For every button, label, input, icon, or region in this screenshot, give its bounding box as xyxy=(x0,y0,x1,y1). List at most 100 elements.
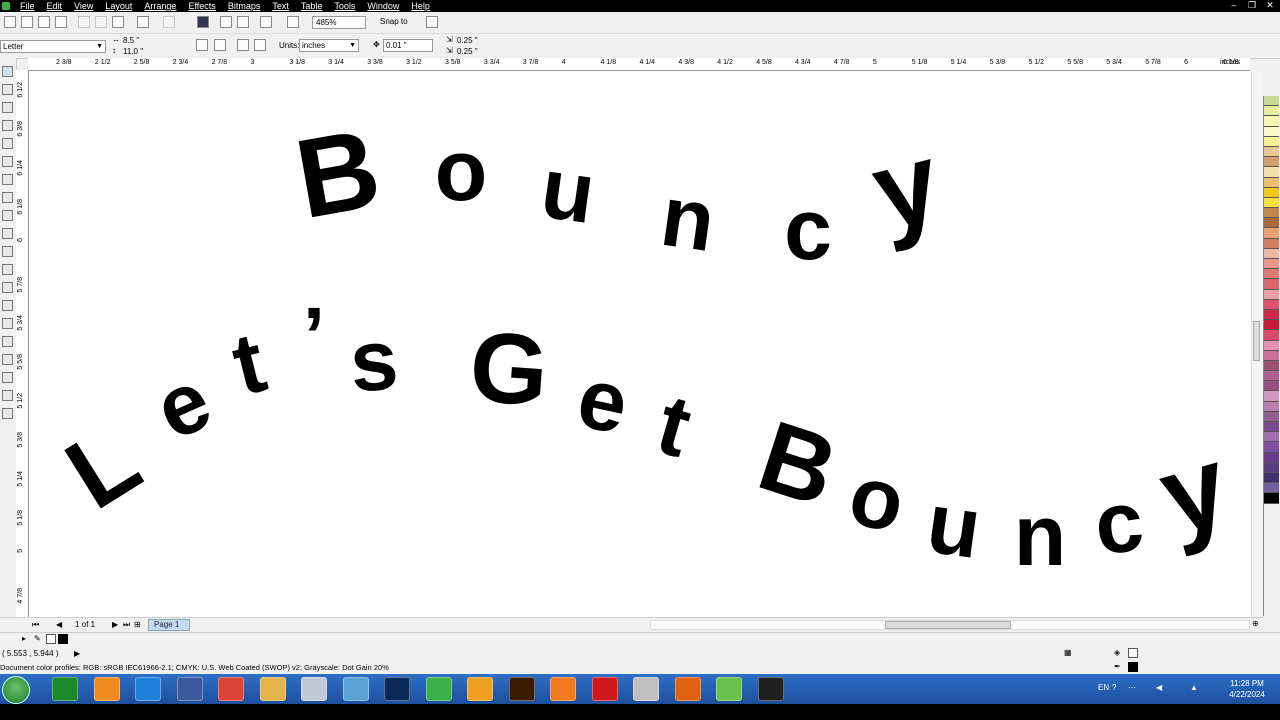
cut-icon[interactable] xyxy=(78,16,90,28)
color-swatch[interactable] xyxy=(1264,442,1279,453)
export-icon[interactable] xyxy=(237,16,249,28)
polygon-tool-icon[interactable] xyxy=(2,210,13,221)
play-arrow-icon[interactable]: ▶ xyxy=(74,649,80,658)
color-swatch[interactable] xyxy=(1264,218,1279,229)
undo-icon[interactable] xyxy=(137,16,149,28)
color-swatch[interactable] xyxy=(1264,493,1279,504)
horizontal-scrollbar[interactable] xyxy=(650,620,1250,630)
taskbar-app-calc-icon[interactable] xyxy=(301,677,327,701)
color-swatch[interactable] xyxy=(1264,96,1279,107)
color-swatch[interactable] xyxy=(1264,126,1279,137)
color-swatch[interactable] xyxy=(1264,360,1279,372)
signal-tray-icon[interactable]: ▲ xyxy=(1190,683,1198,692)
freehand-tool-icon[interactable] xyxy=(2,138,13,149)
color-swatch[interactable] xyxy=(1264,462,1279,473)
color-swatch[interactable] xyxy=(1264,452,1279,463)
color-swatch[interactable] xyxy=(1264,340,1279,351)
menu-window[interactable]: Window xyxy=(361,0,405,12)
taskbar-app-corel-icon[interactable] xyxy=(52,677,78,701)
table-tool-icon[interactable] xyxy=(2,264,13,275)
basic-shapes-icon[interactable] xyxy=(2,228,13,239)
color-swatch[interactable] xyxy=(1264,259,1279,270)
outline-pen-icon[interactable] xyxy=(2,372,13,383)
color-swatch[interactable] xyxy=(1264,411,1279,422)
color-swatch[interactable] xyxy=(1264,197,1279,209)
taskbar-app-flash-icon[interactable] xyxy=(674,677,701,701)
horizontal-ruler[interactable]: 2 3/8 2 1/2 2 5/8 2 3/4 2 7/8 3 3 1/8 3 1/4 3 3/… xyxy=(28,58,1250,71)
vertical-ruler[interactable]: 6 1/2 6 3/8 6 1/4 6 1/8 6 5 7/8 5 3/4 5 5/8 5 1/… xyxy=(16,70,29,618)
crop-tool-icon[interactable] xyxy=(2,102,13,113)
color-swatch[interactable] xyxy=(1264,472,1279,484)
units-select[interactable]: inches ▼ xyxy=(299,39,359,52)
blend-tool-icon[interactable] xyxy=(2,318,13,329)
dimension-tool-icon[interactable] xyxy=(2,282,13,293)
color-swatch[interactable] xyxy=(1264,483,1279,494)
color-swatch[interactable] xyxy=(1264,248,1279,259)
taskbar-app-paint-icon[interactable] xyxy=(550,677,576,701)
color-swatch[interactable] xyxy=(1264,381,1279,392)
color-swatch[interactable] xyxy=(1264,289,1279,300)
snap-to-dropdown[interactable]: Snap to xyxy=(380,17,408,26)
taskbar-app-photoshop-icon[interactable] xyxy=(384,677,410,701)
taskbar-app-chrome2-icon[interactable] xyxy=(467,677,493,701)
close-icon[interactable]: ✕ xyxy=(1264,0,1276,11)
color-swatch[interactable] xyxy=(1264,269,1279,280)
pick-tool-icon[interactable] xyxy=(2,66,13,77)
open-icon[interactable] xyxy=(21,16,33,28)
menu-effects[interactable]: Effects xyxy=(182,0,221,12)
color-swatch[interactable] xyxy=(1264,167,1279,178)
last-page-icon[interactable]: ⏭ xyxy=(123,620,130,630)
eyedropper-tool-icon[interactable] xyxy=(2,354,13,365)
color-swatch[interactable] xyxy=(1264,136,1279,147)
start-button-icon[interactable] xyxy=(2,676,30,704)
color-swatch[interactable] xyxy=(1264,228,1279,239)
portrait-icon[interactable] xyxy=(196,39,208,51)
shape-tool-icon[interactable] xyxy=(2,84,13,95)
landscape-icon[interactable] xyxy=(214,39,226,51)
zoom-level-field[interactable]: 485% xyxy=(312,16,366,29)
fill-tool-icon[interactable] xyxy=(2,390,13,401)
taskbar-app-coreldraw-icon[interactable] xyxy=(425,677,452,701)
smart-fill-icon[interactable] xyxy=(2,156,13,167)
color-swatch[interactable] xyxy=(1264,371,1279,382)
taskbar-app-chrome-icon[interactable] xyxy=(218,677,244,701)
taskbar-app-tool-icon[interactable] xyxy=(633,677,659,701)
color-swatch[interactable] xyxy=(1264,401,1279,412)
color-swatch[interactable] xyxy=(1264,238,1279,249)
ellipse-tool-icon[interactable] xyxy=(2,192,13,203)
taskbar-app-opera-icon[interactable] xyxy=(591,677,618,701)
first-page-icon[interactable]: ⏮ xyxy=(32,620,39,630)
taskbar-app-corel2-icon[interactable] xyxy=(716,677,742,701)
duplicate-y-field[interactable]: 0.25 " xyxy=(457,47,478,56)
color-swatch[interactable] xyxy=(1264,309,1279,321)
nudge-distance-field[interactable]: 0.01 " xyxy=(383,39,433,52)
menu-text[interactable]: Text xyxy=(266,0,295,12)
interactive-fill-icon[interactable] xyxy=(2,408,13,419)
options-icon[interactable] xyxy=(426,16,438,28)
next-page-icon[interactable]: ▶ xyxy=(112,620,118,629)
connector-tool-icon[interactable] xyxy=(2,300,13,311)
drawing-canvas[interactable]: Bouncy Le t’ s Ge t Bo u n c y xyxy=(29,71,1251,617)
duplicate-x-field[interactable]: 0.25 " xyxy=(457,36,478,45)
language-indicator[interactable]: EN xyxy=(1098,683,1109,692)
taskbar-app-explorer-icon[interactable] xyxy=(259,677,286,701)
page-size-select[interactable]: Letter ▼ xyxy=(0,40,106,53)
taskbar-app-photos-icon[interactable] xyxy=(342,677,369,701)
menu-tools[interactable]: Tools xyxy=(328,0,361,12)
current-page-icon[interactable] xyxy=(254,39,266,51)
menu-table[interactable]: Table xyxy=(295,0,329,12)
search-content-icon[interactable] xyxy=(197,16,209,28)
menu-edit[interactable]: Edit xyxy=(41,0,69,12)
zoom-navigator-icon[interactable]: ⊕ xyxy=(1252,619,1259,628)
taskbar-app-media-icon[interactable] xyxy=(93,677,120,701)
menu-view[interactable]: View xyxy=(68,0,99,12)
system-clock[interactable]: 11:28 PM 4/22/2024 xyxy=(1222,678,1272,700)
taskbar-app-facebook-icon[interactable] xyxy=(176,677,203,701)
page-tab-1[interactable]: Page 1 xyxy=(148,619,190,631)
color-swatch[interactable] xyxy=(1264,146,1279,158)
copy-icon[interactable] xyxy=(95,16,107,28)
vertical-scroll-thumb[interactable] xyxy=(1253,321,1260,361)
taskbar-app-record-icon[interactable] xyxy=(757,677,784,701)
color-swatch[interactable] xyxy=(1264,350,1279,361)
menu-arrange[interactable]: Arrange xyxy=(138,0,182,12)
